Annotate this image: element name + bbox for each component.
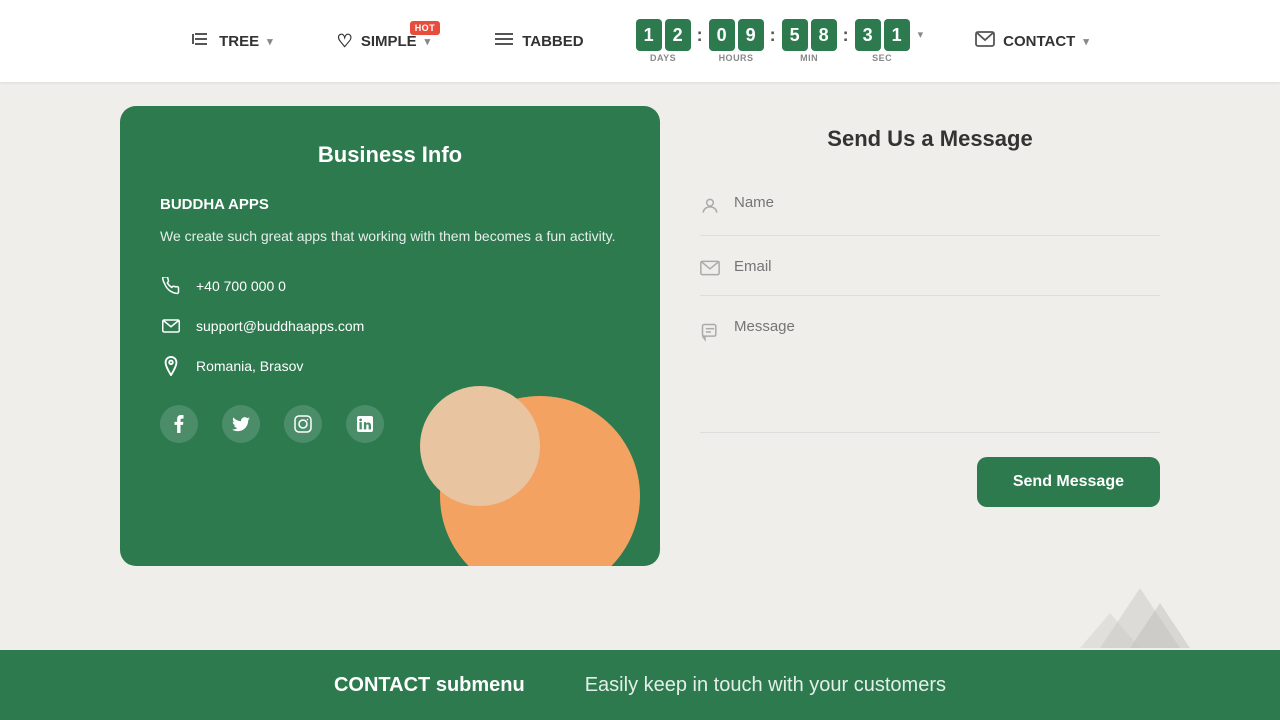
- mail-icon: [975, 31, 995, 52]
- nav-item-tree[interactable]: TREE ▾: [179, 21, 285, 62]
- bottom-banner: CONTACT submenu Easily keep in touch wit…: [0, 650, 1280, 720]
- person-icon: [700, 196, 720, 221]
- hours-label: HOURS: [719, 53, 754, 63]
- tree-chevron: ▾: [267, 35, 273, 48]
- email-item: support@buddhaapps.com: [160, 315, 620, 337]
- nav-item-tabbed[interactable]: TABBED: [482, 23, 595, 60]
- nav-item-contact[interactable]: CONTACT ▾: [963, 23, 1101, 60]
- email-form-icon: [700, 260, 720, 281]
- countdown-days: 1 2 DAYS: [636, 19, 691, 63]
- min-d1: 5: [782, 19, 808, 51]
- hot-badge: HOT: [410, 21, 441, 35]
- countdown-min: 5 8 MIN: [782, 19, 837, 63]
- tree-icon: [191, 29, 211, 54]
- name-input[interactable]: [734, 194, 1160, 211]
- deco-circle-small: [420, 386, 540, 506]
- mountain-decoration: [1080, 568, 1200, 648]
- countdown-hours: 0 9 HOURS: [709, 19, 764, 63]
- days-d1: 1: [636, 19, 662, 51]
- contact-label: CONTACT: [1003, 33, 1075, 50]
- company-description: We create such great apps that working w…: [160, 225, 620, 247]
- send-message-button[interactable]: Send Message: [977, 457, 1160, 507]
- banner-subtitle: Easily keep in touch with your customers: [585, 674, 946, 697]
- sep2: :: [768, 25, 778, 46]
- hours-d2: 9: [738, 19, 764, 51]
- message-icon: [700, 322, 720, 347]
- days-d2: 2: [665, 19, 691, 51]
- banner-title: CONTACT submenu: [334, 674, 525, 697]
- address-item: Romania, Brasov: [160, 355, 620, 377]
- form-title: Send Us a Message: [700, 126, 1160, 152]
- simple-chevron: ▾: [425, 35, 431, 48]
- countdown: 1 2 DAYS : 0 9 HOURS : 5 8 MIN : 3 1: [636, 19, 924, 63]
- hours-d1: 0: [709, 19, 735, 51]
- countdown-chevron: ▾: [918, 28, 924, 41]
- days-label: DAYS: [650, 53, 676, 63]
- sec-label: SEC: [872, 53, 892, 63]
- facebook-icon[interactable]: [160, 405, 198, 443]
- nav-item-simple[interactable]: HOT ♡ SIMPLE ▾: [325, 23, 443, 60]
- email-input[interactable]: [734, 258, 1160, 275]
- company-name: BUDDHA APPS: [160, 196, 620, 213]
- tabbed-label: TABBED: [522, 33, 583, 50]
- phone-item: +40 700 000 0: [160, 275, 620, 297]
- email-field: [700, 244, 1160, 296]
- linkedin-icon[interactable]: [346, 405, 384, 443]
- message-field: [700, 304, 1160, 433]
- heart-icon: ♡: [337, 31, 353, 52]
- contact-chevron: ▾: [1083, 35, 1089, 48]
- location-icon: [160, 355, 182, 377]
- min-d2: 8: [811, 19, 837, 51]
- business-card: Business Info BUDDHA APPS We create such…: [120, 106, 660, 566]
- name-field: [700, 180, 1160, 236]
- sec-d2: 1: [884, 19, 910, 51]
- message-input[interactable]: [734, 318, 1160, 418]
- form-actions: Send Message: [700, 457, 1160, 507]
- sep1: :: [695, 25, 705, 46]
- tabbed-icon: [494, 31, 514, 52]
- simple-label: SIMPLE: [361, 33, 417, 50]
- phone-text: +40 700 000 0: [196, 278, 286, 294]
- main-content: Business Info BUDDHA APPS We create such…: [0, 82, 1280, 590]
- contact-form-section: Send Us a Message: [700, 106, 1160, 566]
- address-text: Romania, Brasov: [196, 358, 303, 374]
- phone-icon: [160, 275, 182, 297]
- business-card-title: Business Info: [160, 142, 620, 168]
- sep3: :: [841, 25, 851, 46]
- tree-label: TREE: [219, 33, 259, 50]
- email-text: support@buddhaapps.com: [196, 318, 364, 334]
- navbar: TREE ▾ HOT ♡ SIMPLE ▾ TABBED 1 2 DAYS :: [0, 0, 1280, 82]
- instagram-icon[interactable]: [284, 405, 322, 443]
- countdown-sec: 3 1 SEC: [855, 19, 910, 63]
- sec-d1: 3: [855, 19, 881, 51]
- min-label: MIN: [800, 53, 818, 63]
- twitter-icon[interactable]: [222, 405, 260, 443]
- email-icon: [160, 315, 182, 337]
- social-row: [160, 405, 620, 443]
